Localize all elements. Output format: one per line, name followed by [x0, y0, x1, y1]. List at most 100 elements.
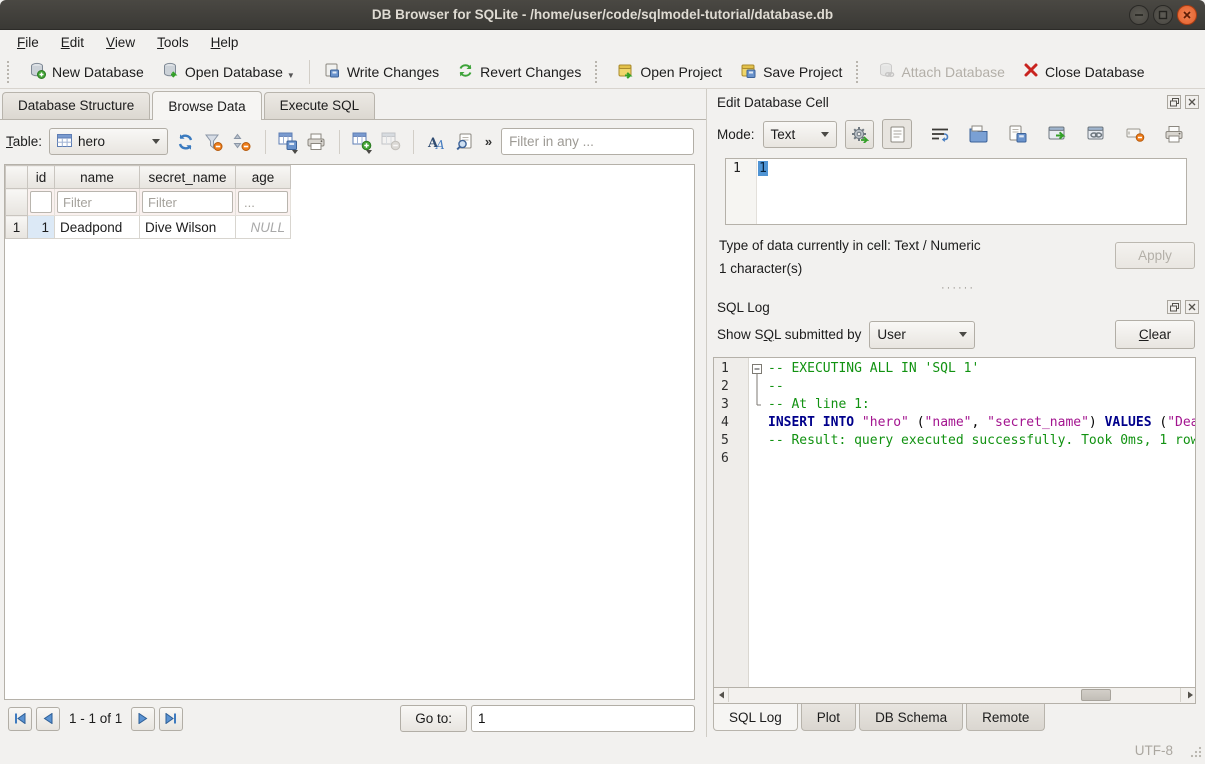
last-record-button[interactable]: [159, 707, 183, 731]
browse-controls: Table: hero A: [0, 120, 706, 161]
scroll-left-arrow[interactable]: [714, 688, 729, 702]
table-label: Table:: [6, 134, 42, 149]
save-results-button[interactable]: [277, 128, 298, 155]
maximize-button[interactable]: [1153, 5, 1173, 25]
tab-plot[interactable]: Plot: [801, 704, 856, 731]
submitted-by-value: User: [877, 327, 906, 342]
table-combobox[interactable]: hero: [49, 128, 168, 155]
delete-record-button[interactable]: [380, 128, 401, 155]
row-header[interactable]: 1: [6, 216, 28, 239]
tab-remote[interactable]: Remote: [966, 704, 1045, 731]
clear-log-button[interactable]: Clear: [1115, 320, 1195, 349]
cell-name[interactable]: Deadpond: [55, 216, 140, 239]
fold-margin: [749, 432, 766, 450]
minimize-button[interactable]: [1129, 5, 1149, 25]
apply-button[interactable]: Apply: [1115, 242, 1195, 269]
filter-input-name[interactable]: [57, 191, 137, 213]
sql-log-fold-margin[interactable]: [749, 358, 766, 687]
filter-input-age[interactable]: [238, 191, 288, 213]
close-dock-button[interactable]: [1185, 300, 1199, 314]
auto-switch-mode-button[interactable]: [845, 120, 874, 149]
word-wrap-button[interactable]: [929, 123, 951, 145]
menu-view[interactable]: View: [95, 32, 146, 53]
fold-marker-icon[interactable]: [749, 360, 766, 378]
close-button[interactable]: [1177, 5, 1197, 25]
goto-button[interactable]: Go to:: [400, 705, 467, 732]
sql-log-hscrollbar[interactable]: [713, 688, 1196, 704]
first-record-button[interactable]: [8, 707, 32, 731]
filter-any-column-input[interactable]: [501, 128, 694, 155]
column-header-age[interactable]: age: [236, 166, 291, 189]
menu-edit[interactable]: Edit: [50, 32, 95, 53]
toolbar-overflow-chevron[interactable]: »: [483, 134, 494, 149]
menu-tools[interactable]: Tools: [146, 32, 200, 53]
close-database-button[interactable]: Close Database: [1014, 58, 1154, 85]
submitted-by-combobox[interactable]: User: [869, 321, 975, 349]
scroll-right-arrow[interactable]: [1180, 688, 1195, 702]
tab-execute-sql[interactable]: Execute SQL: [264, 92, 376, 119]
save-project-button[interactable]: Save Project: [731, 58, 851, 86]
cell-id[interactable]: 1: [28, 216, 55, 239]
menu-file[interactable]: File: [6, 32, 50, 53]
cell-editor[interactable]: 1 1: [725, 158, 1187, 225]
open-project-button[interactable]: Open Project: [608, 58, 731, 86]
column-header-secret-name[interactable]: secret_name: [140, 166, 236, 189]
open-database-dropdown-arrow[interactable]: ▼: [287, 71, 295, 82]
set-null-button[interactable]: [1124, 123, 1146, 145]
previous-record-button[interactable]: [36, 707, 60, 731]
toolbar-drag-handle[interactable]: [595, 61, 603, 83]
grid-corner[interactable]: [6, 166, 28, 189]
cell-age[interactable]: NULL: [236, 216, 291, 239]
toolbar-drag-handle[interactable]: [856, 61, 864, 83]
open-in-external-button[interactable]: [1046, 123, 1068, 145]
sql-log-view[interactable]: 123456 -- EXECUTING ALL IN 'SQL 1'---- A…: [713, 357, 1196, 688]
clear-filters-button[interactable]: [203, 128, 224, 155]
cell-secret-name[interactable]: Dive Wilson: [140, 216, 236, 239]
refresh-button[interactable]: [175, 128, 196, 155]
sql-log-controls: Show SQL submitted by User Clear: [711, 317, 1205, 357]
write-changes-icon: [324, 62, 341, 82]
tab-database-structure[interactable]: Database Structure: [2, 92, 150, 119]
status-bar: UTF-8: [0, 737, 1205, 764]
scrollbar-thumb[interactable]: [1081, 689, 1111, 701]
text-mode-button[interactable]: [882, 119, 912, 149]
mode-combobox[interactable]: Text: [763, 121, 838, 148]
goto-record-input[interactable]: [471, 705, 695, 732]
sql-log-line-numbers: 123456: [714, 358, 749, 687]
float-dock-button[interactable]: [1167, 95, 1181, 109]
tab-db-schema[interactable]: DB Schema: [859, 704, 963, 731]
resize-grip[interactable]: [1189, 745, 1202, 761]
print-button[interactable]: [306, 128, 327, 155]
edit-display-format-button[interactable]: AA: [426, 128, 447, 155]
insert-record-button[interactable]: [352, 128, 373, 155]
tab-sql-log[interactable]: SQL Log: [713, 703, 798, 731]
mode-combobox-value: Text: [771, 127, 796, 142]
column-header-id[interactable]: id: [28, 166, 55, 189]
column-header-name[interactable]: name: [55, 166, 140, 189]
close-dock-button[interactable]: [1185, 95, 1199, 109]
toolbar-separator: [413, 130, 414, 154]
clear-sorting-button[interactable]: [231, 128, 252, 155]
copy-link-button[interactable]: [1085, 123, 1107, 145]
find-in-table-button[interactable]: [455, 128, 476, 155]
dock-splitter-handle[interactable]: ······: [711, 282, 1205, 294]
export-to-file-button[interactable]: [1007, 123, 1029, 145]
main-toolbar: New Database Open Database ▼ Write Chang…: [0, 55, 1205, 89]
toolbar-drag-handle[interactable]: [7, 61, 15, 83]
menu-help[interactable]: Help: [200, 32, 250, 53]
revert-changes-button[interactable]: Revert Changes: [448, 58, 590, 86]
toolbar-separator: [309, 60, 310, 84]
import-from-file-button[interactable]: [968, 123, 990, 145]
write-changes-button[interactable]: Write Changes: [315, 58, 448, 86]
float-dock-button[interactable]: [1167, 300, 1181, 314]
new-database-button[interactable]: New Database: [20, 58, 153, 86]
browse-data-panel: Table: hero A: [0, 119, 706, 737]
print-cell-button[interactable]: [1163, 123, 1185, 145]
filter-input-secret-name[interactable]: [142, 191, 233, 213]
cell-type-info: Type of data currently in cell: Text / N…: [719, 234, 981, 257]
open-database-button[interactable]: Open Database ▼: [153, 58, 304, 86]
tab-browse-data[interactable]: Browse Data: [152, 91, 261, 120]
filter-input-id[interactable]: [30, 191, 52, 213]
menu-bar: File Edit View Tools Help: [0, 30, 1205, 55]
next-record-button[interactable]: [131, 707, 155, 731]
